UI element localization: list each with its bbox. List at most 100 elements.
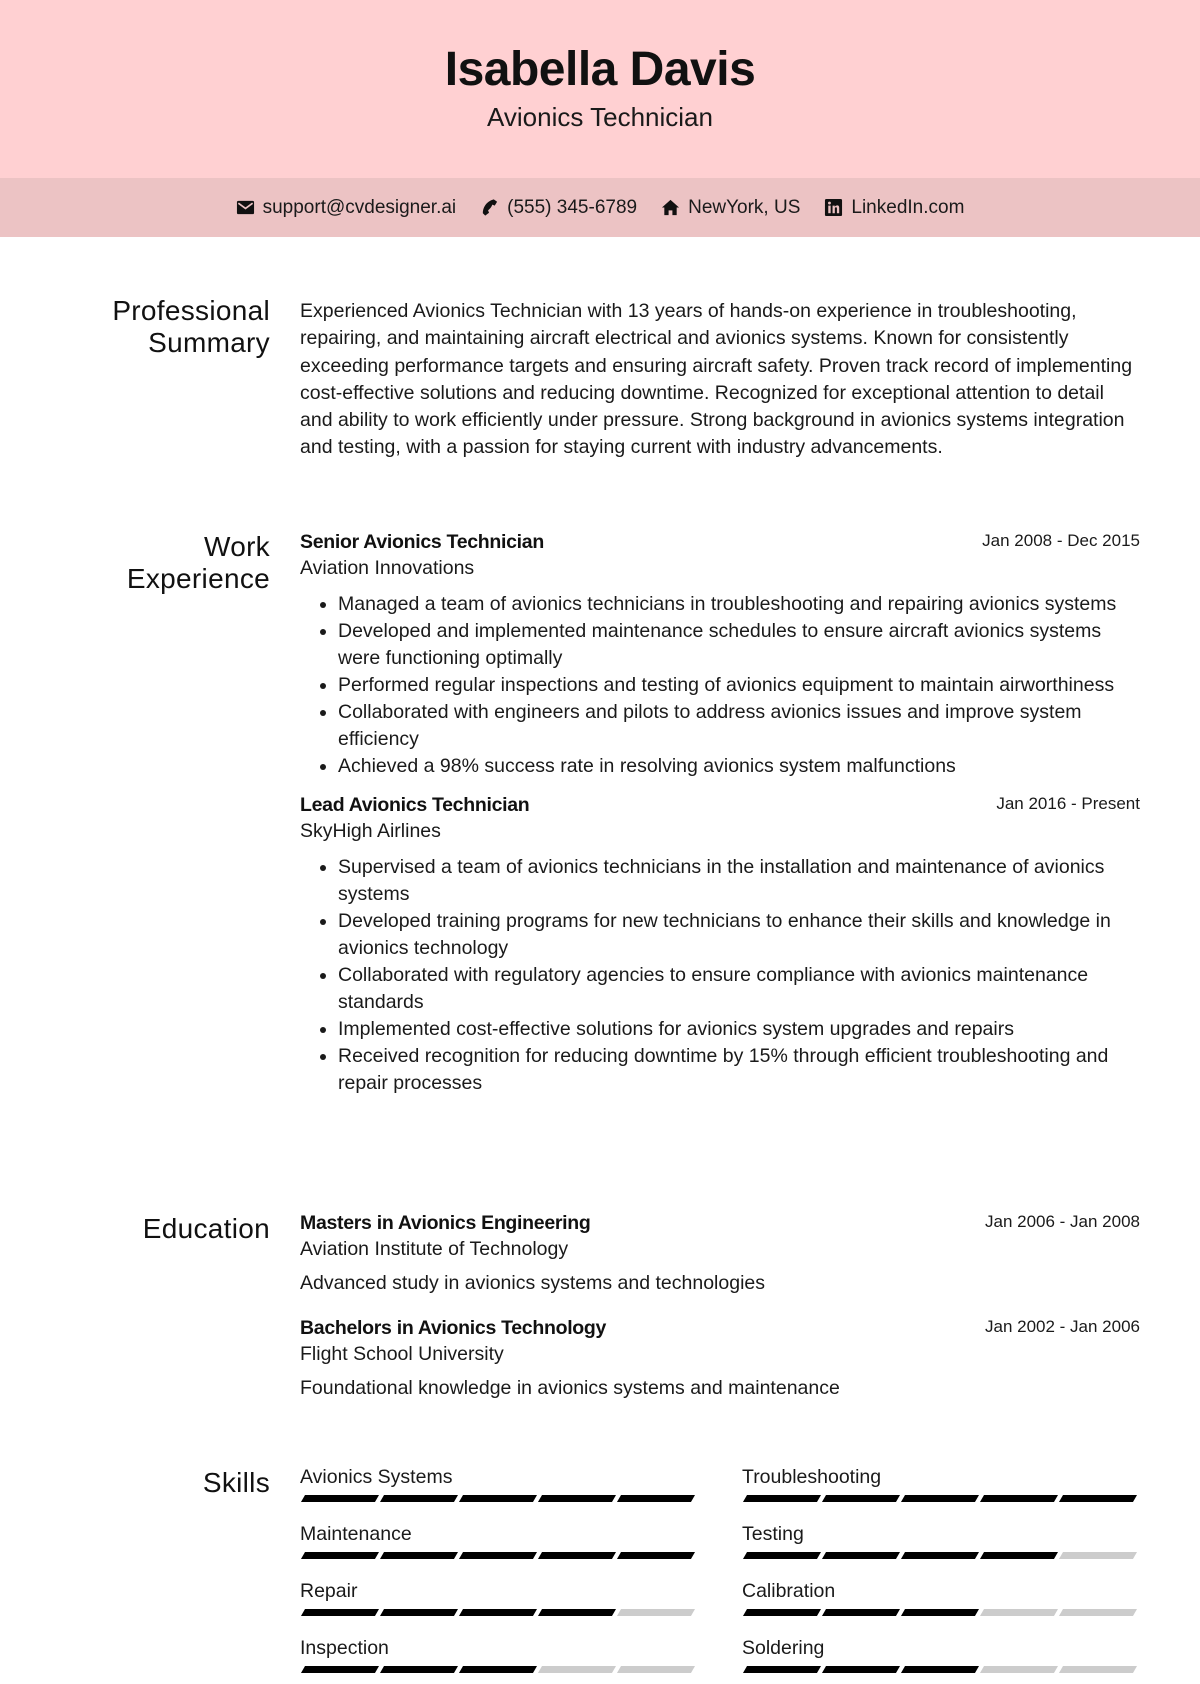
- job-bullet: Received recognition for reducing downti…: [338, 1043, 1140, 1097]
- summary-section: Professional Summary Experienced Avionic…: [0, 295, 1200, 458]
- job-bullet: Achieved a 98% success rate in resolving…: [338, 753, 1140, 780]
- job-bullets: Supervised a team of avionics technician…: [300, 854, 1140, 1097]
- skill-segment-filled: [821, 1495, 901, 1502]
- skills-section: Skills Avionics Systems Troubleshooting Ma…: [0, 1466, 1200, 1673]
- skills-body: Avionics Systems Troubleshooting Maintenan…: [300, 1464, 1140, 1684]
- linkedin-icon: [824, 198, 843, 217]
- skill-segment-filled: [300, 1495, 380, 1502]
- skill-segment-filled: [379, 1609, 459, 1616]
- contact-email-text: support@cvdesigner.ai: [262, 196, 457, 218]
- job-bullet: Performed regular inspections and testin…: [338, 672, 1140, 699]
- education-section: Education Masters in Avionics Engineerin…: [0, 1212, 1200, 1399]
- skill-item: Troubleshooting: [742, 1464, 1138, 1521]
- summary-heading-line2: Summary: [148, 327, 270, 358]
- skill-segment-filled: [537, 1552, 617, 1559]
- summary-text: Experienced Avionics Technician with 13 …: [300, 300, 1133, 459]
- education-school: Flight School University: [300, 1343, 504, 1365]
- skill-segment-empty: [1058, 1666, 1138, 1673]
- skill-segment-filled: [742, 1609, 822, 1616]
- skill-segment-filled: [616, 1495, 696, 1502]
- skill-segment-filled: [821, 1552, 901, 1559]
- experience-heading-line1: Work: [203, 531, 270, 562]
- job-bullet: Developed training programs for new tech…: [338, 908, 1140, 962]
- job-bullet: Implemented cost-effective solutions for…: [338, 1016, 1140, 1043]
- skill-segment-filled: [300, 1666, 380, 1673]
- skill-item: Calibration: [742, 1578, 1138, 1635]
- skill-name: Calibration: [742, 1580, 836, 1602]
- skill-name: Maintenance: [300, 1523, 412, 1545]
- contact-phone[interactable]: (555) 345-6789: [480, 197, 637, 219]
- job-bullet: Managed a team of avionics technicians i…: [338, 591, 1140, 618]
- skill-rating-bar: [300, 1609, 696, 1616]
- skill-name: Avionics Systems: [300, 1466, 453, 1488]
- job-bullets: Managed a team of avionics technicians i…: [300, 591, 1140, 780]
- contact-location: NewYork, US: [661, 197, 800, 219]
- skill-segment-filled: [979, 1495, 1059, 1502]
- education-degree: Bachelors in Avionics Technology: [300, 1317, 607, 1339]
- summary-heading: Professional Summary: [0, 295, 270, 359]
- education-heading: Education: [142, 1213, 270, 1244]
- education-school: Aviation Institute of Technology: [300, 1238, 569, 1260]
- job-entry: Senior Avionics Technician Jan 2008 - De…: [300, 529, 1140, 780]
- skill-segment-filled: [742, 1552, 822, 1559]
- summary-body: Experienced Avionics Technician with 13 …: [300, 298, 1140, 462]
- skill-segment-empty: [1058, 1609, 1138, 1616]
- job-title: Senior Avionics Technician: [300, 531, 544, 553]
- skill-segment-filled: [537, 1609, 617, 1616]
- skill-segment-empty: [537, 1666, 617, 1673]
- skill-segment-filled: [458, 1495, 538, 1502]
- skill-rating-bar: [300, 1666, 696, 1673]
- skill-segment-empty: [616, 1666, 696, 1673]
- home-icon: [661, 198, 680, 217]
- resume-header: Isabella Davis Avionics Technician: [0, 0, 1200, 178]
- skill-rating-bar: [742, 1609, 1138, 1616]
- skill-name: Testing: [742, 1523, 804, 1545]
- experience-section: Work Experience Senior Avionics Technici…: [0, 531, 1200, 1094]
- contact-linkedin[interactable]: LinkedIn.com: [824, 197, 964, 219]
- skill-segment-filled: [300, 1552, 380, 1559]
- skill-segment-filled: [1058, 1495, 1138, 1502]
- skill-name: Inspection: [300, 1637, 389, 1659]
- candidate-role: Avionics Technician: [487, 102, 713, 132]
- skill-segment-empty: [979, 1666, 1059, 1673]
- skill-rating-bar: [300, 1552, 696, 1559]
- education-date: Jan 2006 - Jan 2008: [984, 1212, 1140, 1231]
- phone-icon: [480, 198, 499, 217]
- job-bullet: Collaborated with engineers and pilots t…: [338, 699, 1140, 753]
- contact-bar: support@cvdesigner.ai (555) 345-6789 New…: [0, 178, 1200, 237]
- skill-segment-filled: [900, 1552, 980, 1559]
- skill-segment-filled: [379, 1495, 459, 1502]
- skills-heading: Skills: [202, 1467, 270, 1498]
- skill-segment-filled: [742, 1495, 822, 1502]
- skill-segment-filled: [821, 1609, 901, 1616]
- contact-location-text: NewYork, US: [688, 196, 801, 218]
- summary-heading-line1: Professional: [112, 295, 270, 326]
- skill-rating-bar: [742, 1552, 1138, 1559]
- contact-linkedin-text: LinkedIn.com: [851, 196, 965, 218]
- skill-item: Testing: [742, 1521, 1138, 1578]
- skill-rating-bar: [742, 1666, 1138, 1673]
- skill-item: Avionics Systems: [300, 1464, 696, 1521]
- job-company: Aviation Innovations: [300, 557, 475, 579]
- education-entry: Bachelors in Avionics Technology Jan 200…: [300, 1315, 1140, 1402]
- skill-rating-bar: [300, 1495, 696, 1502]
- skill-segment-filled: [979, 1552, 1059, 1559]
- education-date: Jan 2002 - Jan 2006: [984, 1317, 1140, 1336]
- skill-segment-filled: [537, 1495, 617, 1502]
- education-entry: Masters in Avionics Engineering Jan 2006…: [300, 1210, 1140, 1297]
- skill-segment-filled: [379, 1552, 459, 1559]
- job-entry: Lead Avionics Technician Jan 2016 - Pres…: [300, 792, 1140, 1097]
- skill-segment-filled: [458, 1609, 538, 1616]
- skill-segment-empty: [616, 1609, 696, 1616]
- job-bullet: Developed and implemented maintenance sc…: [338, 618, 1140, 672]
- skill-name: Soldering: [742, 1637, 825, 1659]
- skill-segment-empty: [1058, 1552, 1138, 1559]
- skill-segment-empty: [979, 1609, 1059, 1616]
- job-date: Jan 2016 - Present: [996, 794, 1140, 813]
- skill-segment-filled: [616, 1552, 696, 1559]
- contact-email[interactable]: support@cvdesigner.ai: [236, 196, 457, 219]
- education-body: Masters in Avionics Engineering Jan 2006…: [300, 1210, 1140, 1402]
- skills-grid: Avionics Systems Troubleshooting Maintenan…: [300, 1464, 1140, 1684]
- skill-segment-filled: [900, 1495, 980, 1502]
- education-degree: Masters in Avionics Engineering: [300, 1212, 591, 1234]
